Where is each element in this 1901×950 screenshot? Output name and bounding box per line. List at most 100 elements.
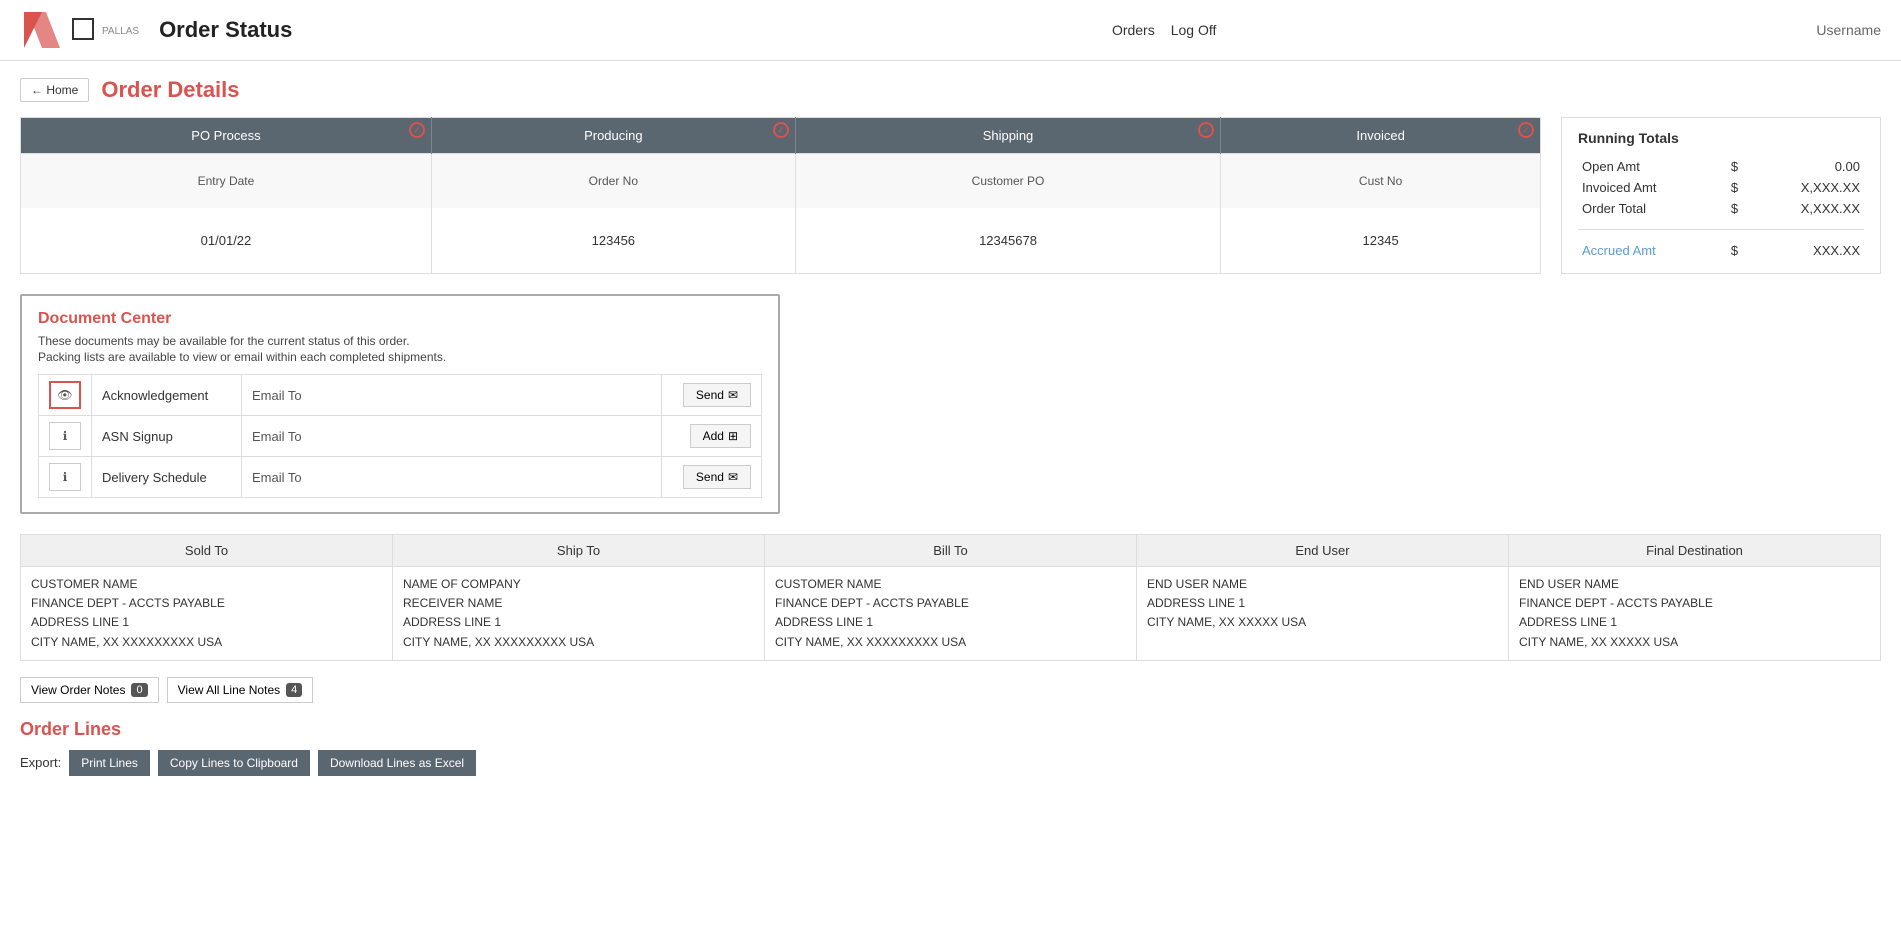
export-label: Export: [20,755,61,770]
delivery-schedule-name: Delivery Schedule [92,457,242,498]
asn-signup-add-label: Add [703,429,724,443]
invoiced-amt-row: Invoiced Amt $ X,XXX.XX [1578,177,1864,198]
sold-to-line2: FINANCE DEPT - ACCTS PAYABLE [31,594,382,613]
delivery-schedule-email[interactable]: Email To [242,457,662,498]
header: PALLAS Order Status Orders Log Off Usern… [0,0,1901,61]
sold-to-line4: CITY NAME, XX XXXXXXXXX USA [31,633,382,652]
running-totals-title: Running Totals [1578,130,1864,146]
ship-to-body: NAME OF COMPANY RECEIVER NAME ADDRESS LI… [393,567,764,660]
asn-signup-add-button[interactable]: Add ⊞ [690,424,751,448]
asn-signup-email[interactable]: Email To [242,416,662,457]
final-dest-line4: CITY NAME, XX XXXXX USA [1519,633,1870,652]
status-col-shipping: ✓ Shipping [795,118,1220,154]
sold-to-line3: ADDRESS LINE 1 [31,613,382,632]
sold-to-line1: CUSTOMER NAME [31,575,382,594]
asn-signup-icon-cell: ℹ [39,416,92,457]
delivery-schedule-icon-cell: ℹ [39,457,92,498]
totals-table: Open Amt $ 0.00 Invoiced Amt $ X,XXX.XX … [1578,156,1864,261]
end-user-line3: ADDRESS LINE 1 [1147,594,1498,613]
accrued-amt-row: Accrued Amt $ XXX.XX [1578,240,1864,261]
nav-orders[interactable]: Orders [1112,22,1155,38]
final-dest-line1: END USER NAME [1519,575,1870,594]
delivery-schedule-action-cell: Send ✉ [662,457,762,498]
ship-to-line4: CITY NAME, XX XXXXXXXXX USA [403,633,754,652]
cust-no-header: Cust No [1221,154,1541,209]
customer-po-value: 12345678 [795,208,1220,273]
bill-to-line2: FINANCE DEPT - ACCTS PAYABLE [775,594,1126,613]
final-dest-line2: FINANCE DEPT - ACCTS PAYABLE [1519,594,1870,613]
download-lines-button[interactable]: Download Lines as Excel [318,750,476,776]
delivery-schedule-send-button[interactable]: Send ✉ [683,465,751,489]
status-col-producing: ✓ Producing [431,118,795,154]
delivery-schedule-send-label: Send [696,470,724,484]
open-amt-label: Open Amt [1578,156,1724,177]
add-icon: ⊞ [728,429,738,443]
app-title: Order Status [159,17,292,43]
view-order-notes-button[interactable]: View Order Notes 0 [20,677,159,703]
address-col-ship-to: Ship To NAME OF COMPANY RECEIVER NAME AD… [393,535,765,660]
order-no-value: 123456 [431,208,795,273]
producing-label: Producing [584,128,643,143]
acknowledgement-send-label: Send [696,388,724,402]
shipping-icon: ✓ [1198,122,1214,138]
asn-signup-info-button[interactable]: ℹ [49,422,81,450]
ship-to-header: Ship To [393,535,764,567]
address-col-end-user: End User END USER NAME ADDRESS LINE 1 CI… [1137,535,1509,660]
invoiced-amt-label: Invoiced Amt [1578,177,1724,198]
document-center-title: Document Center [38,310,762,328]
logo-square-container [72,18,94,43]
view-order-notes-label: View Order Notes [31,683,125,697]
address-col-sold-to: Sold To CUSTOMER NAME FINANCE DEPT - ACC… [21,535,393,660]
final-dest-body: END USER NAME FINANCE DEPT - ACCTS PAYAB… [1509,567,1880,660]
ship-to-line3: ADDRESS LINE 1 [403,613,754,632]
info-icon-delivery: ℹ [63,470,68,484]
shipping-label: Shipping [983,128,1034,143]
ship-to-line2: RECEIVER NAME [403,594,754,613]
order-no-header: Order No [431,154,795,209]
view-all-line-notes-badge: 4 [286,683,302,697]
open-amt-dollar: $ [1724,156,1744,177]
bill-to-body: CUSTOMER NAME FINANCE DEPT - ACCTS PAYAB… [765,567,1136,660]
order-total-label: Order Total [1578,198,1724,219]
view-all-line-notes-label: View All Line Notes [178,683,281,697]
back-button[interactable]: ← Home [20,78,89,102]
order-top-section: ✓ PO Process ✓ Producing ✓ Shipping ✓ In… [20,117,1881,274]
sold-to-body: CUSTOMER NAME FINANCE DEPT - ACCTS PAYAB… [21,567,392,660]
ship-to-line1: NAME OF COMPANY [403,575,754,594]
document-center-desc1: These documents may be available for the… [38,334,762,348]
acknowledgement-action-cell: Send ✉ [662,375,762,416]
acknowledgement-view-button[interactable]: 👁 [49,381,81,409]
invoiced-amt-dollar: $ [1724,177,1744,198]
address-section: Sold To CUSTOMER NAME FINANCE DEPT - ACC… [20,534,1881,661]
open-amt-row: Open Amt $ 0.00 [1578,156,1864,177]
status-col-invoiced: ✓ Invoiced [1221,118,1541,154]
document-center: Document Center These documents may be a… [20,294,780,514]
entry-date-value: 01/01/22 [21,208,432,273]
bill-to-line3: ADDRESS LINE 1 [775,613,1126,632]
end-user-line1: END USER NAME [1147,575,1498,594]
po-process-label: PO Process [191,128,260,143]
accrued-amt-value: XXX.XX [1744,240,1864,261]
final-dest-line3: ADDRESS LINE 1 [1519,613,1870,632]
bill-to-line1: CUSTOMER NAME [775,575,1126,594]
document-center-desc2: Packing lists are available to view or e… [38,350,762,364]
acknowledgement-email[interactable]: Email To [242,375,662,416]
accrued-amt-label: Accrued Amt [1578,240,1724,261]
logo-area: PALLAS [20,8,139,52]
doc-row-acknowledgement: 👁 Acknowledgement Email To Send ✉ [39,375,762,416]
document-table: 👁 Acknowledgement Email To Send ✉ ℹ [38,374,762,498]
print-lines-button[interactable]: Print Lines [69,750,150,776]
customer-po-header: Customer PO [795,154,1220,209]
logo-square [72,18,94,40]
accrued-amt-dollar: $ [1724,240,1744,261]
sold-to-header: Sold To [21,535,392,567]
acknowledgement-send-button[interactable]: Send ✉ [683,383,751,407]
accrued-amt-link[interactable]: Accrued Amt [1582,243,1656,258]
nav-logoff[interactable]: Log Off [1171,22,1217,38]
address-col-final-dest: Final Destination END USER NAME FINANCE … [1509,535,1880,660]
main-content: ← Home Order Details ✓ PO Process ✓ Prod… [0,61,1901,802]
copy-lines-button[interactable]: Copy Lines to Clipboard [158,750,310,776]
end-user-header: End User [1137,535,1508,567]
delivery-schedule-info-button[interactable]: ℹ [49,463,81,491]
view-all-line-notes-button[interactable]: View All Line Notes 4 [167,677,314,703]
